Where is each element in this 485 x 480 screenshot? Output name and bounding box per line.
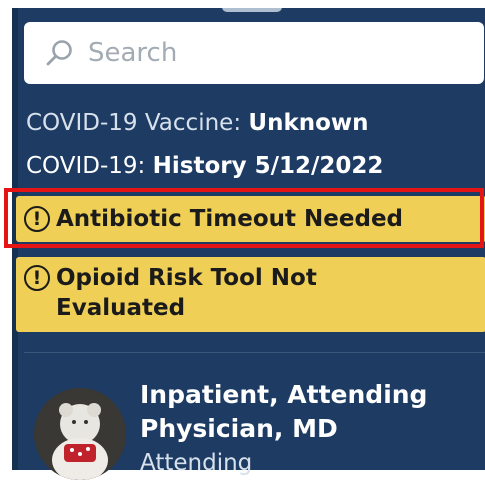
exclamation-circle-icon: ! xyxy=(24,265,50,291)
search-icon xyxy=(46,40,72,66)
panel-top-tab xyxy=(222,8,282,12)
alert-text: Opioid Risk Tool Not Evaluated xyxy=(56,265,317,321)
alert-opioid-risk[interactable]: ! Opioid Risk Tool Not Evaluated xyxy=(16,257,485,332)
user-card[interactable]: Inpatient, Attending Physician, MD Atten… xyxy=(34,378,474,480)
covid-history-value: History 5/12/2022 xyxy=(152,153,384,179)
section-divider xyxy=(24,352,485,353)
avatar[interactable] xyxy=(34,388,126,480)
alert-text: Antibiotic Timeout Needed xyxy=(56,206,404,232)
covid-history-status: COVID-19: History 5/12/2022 xyxy=(26,153,383,179)
covid-history-label: COVID-19: xyxy=(26,153,146,179)
user-role: Attending xyxy=(140,450,253,476)
exclamation-circle-icon: ! xyxy=(24,206,50,232)
covid-vaccine-label: COVID-19 Vaccine: xyxy=(26,110,242,136)
user-name: Inpatient, Attending Physician, MD xyxy=(140,380,428,443)
covid-vaccine-status: COVID-19 Vaccine: Unknown xyxy=(26,110,369,136)
search-input[interactable] xyxy=(86,37,430,69)
search-box[interactable] xyxy=(24,22,484,84)
covid-vaccine-value: Unknown xyxy=(248,110,369,136)
alert-antibiotic-timeout[interactable]: ! Antibiotic Timeout Needed xyxy=(16,196,485,242)
avatar-image xyxy=(34,388,126,480)
